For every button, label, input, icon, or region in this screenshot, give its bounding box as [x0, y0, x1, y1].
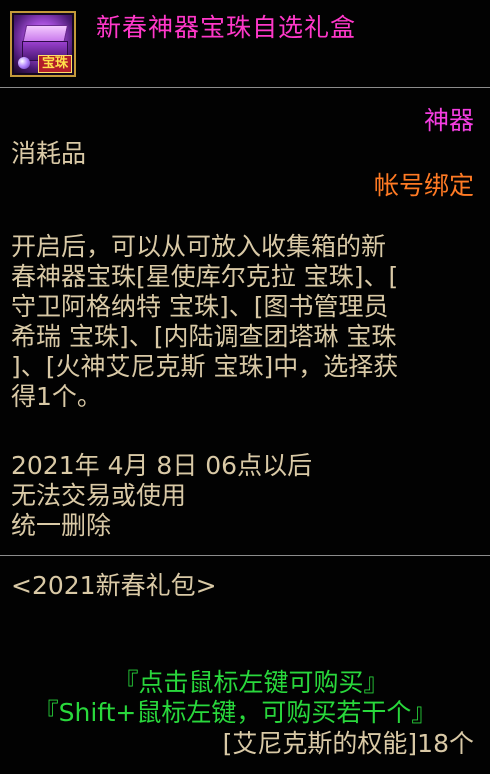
expire-notice: 2021年 4月 8日 06点以后 无法交易或使用 统一删除 [11, 451, 312, 541]
buy-click-hint: 『点击鼠标左键可购买』 [113, 668, 389, 697]
expire-deletion: 统一删除 [11, 511, 112, 540]
owned-currency: [艾尼克斯的权能]18个 [222, 729, 474, 758]
item-tooltip: 宝珠 新春神器宝珠自选礼盒 神器 消耗品 帐号绑定 开启后，可以从可放入收集箱的… [0, 0, 490, 774]
divider-middle [0, 555, 490, 556]
description-line: 得1个。 [11, 382, 102, 411]
expire-date: 2021年 4月 8日 06点以后 [11, 451, 313, 480]
icon-tag-label: 宝珠 [37, 55, 72, 73]
item-type-label: 消耗品 [11, 139, 87, 168]
item-description: 开启后，可以从可放入收集箱的新 春神器宝珠[星使库尔克拉 宝珠]、[ 守卫阿格纳… [11, 232, 481, 412]
item-title: 新春神器宝珠自选礼盒 [96, 13, 357, 42]
divider-top [0, 87, 490, 88]
buy-shift-hint: 『Shift+鼠标左键，可购买若干个』 [33, 698, 437, 727]
description-line: 希瑞 宝珠]、[内陆调查团塔琳 宝珠 [11, 322, 397, 351]
binding-label: 帐号绑定 [373, 171, 474, 200]
rarity-label: 神器 [423, 106, 474, 135]
description-line: ]、[火神艾尼克斯 宝珠]中，选择获 [11, 352, 399, 381]
tooltip-header: 宝珠 新春神器宝珠自选礼盒 [0, 0, 490, 86]
description-line: 守卫阿格纳特 宝珠]、[图书管理员 [11, 292, 389, 321]
description-line: 开启后，可以从可放入收集箱的新 [11, 232, 387, 261]
pack-name: <2021新春礼包> [11, 571, 217, 600]
description-line: 春神器宝珠[星使库尔克拉 宝珠]、[ [11, 262, 399, 291]
expire-restriction: 无法交易或使用 [11, 481, 187, 510]
gift-box-icon: 宝珠 [10, 11, 76, 77]
orb-icon [18, 57, 30, 69]
